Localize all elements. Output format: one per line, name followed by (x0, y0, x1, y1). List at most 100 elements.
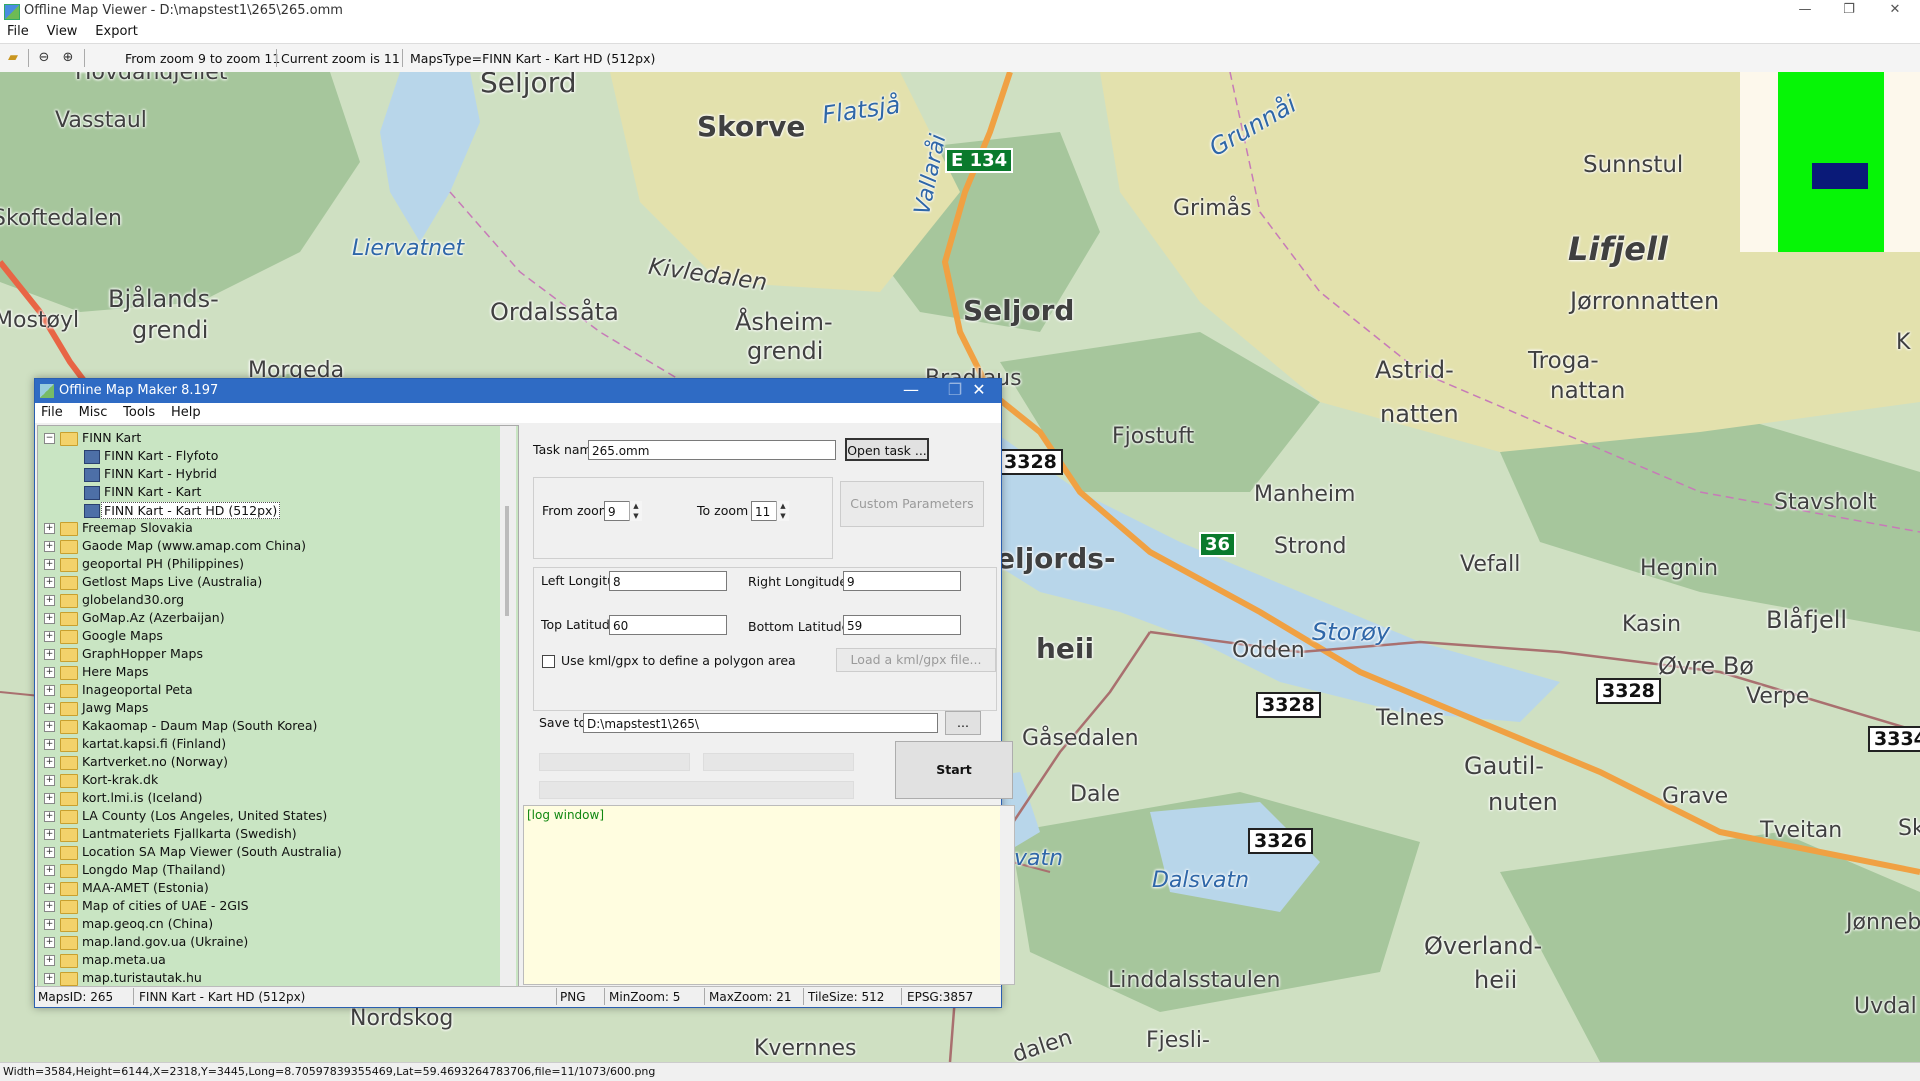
map-label: Strond (1274, 534, 1347, 559)
expand-toggle-icon[interactable]: + (44, 685, 55, 696)
tree-item-label: globeland30.org (82, 592, 185, 607)
expand-toggle-icon[interactable]: + (44, 667, 55, 678)
expand-toggle-icon[interactable]: + (44, 901, 55, 912)
tree-scrollbar[interactable] (500, 426, 516, 986)
expand-toggle-icon[interactable]: + (44, 811, 55, 822)
expand-toggle-icon[interactable]: + (44, 973, 55, 984)
folder-icon (60, 594, 78, 608)
top-latitude-input[interactable]: 60 (609, 615, 727, 635)
expand-toggle-icon[interactable]: + (44, 613, 55, 624)
minimize-button[interactable]: — (1782, 0, 1828, 22)
dialog-menu-misc[interactable]: Misc (73, 403, 114, 422)
save-to-input[interactable]: D:\mapstest1\265\ (583, 713, 938, 733)
task-name-input[interactable]: 265.omm (588, 440, 836, 460)
custom-parameters-button[interactable]: Custom Parameters (840, 481, 984, 527)
expand-toggle-icon[interactable]: + (44, 937, 55, 948)
status-mapsid: MapsID: 265 (38, 990, 114, 1004)
tree-item-label: map.geoq.cn (China) (82, 916, 214, 931)
map-label: Skoftedalen (0, 206, 122, 231)
expand-toggle-icon[interactable]: + (44, 577, 55, 588)
status-epsg: EPSG:3857 (907, 990, 974, 1004)
expand-toggle-icon[interactable]: + (44, 703, 55, 714)
road-shield: 3334 (1868, 726, 1920, 752)
dialog-menu-file[interactable]: File (35, 403, 69, 422)
map-label: Storøy (1312, 618, 1391, 646)
dialog-close-button[interactable]: ✕ (957, 379, 1001, 403)
use-kml-checkbox[interactable] (542, 655, 555, 668)
status-tilesize: TileSize: 512 (808, 990, 885, 1004)
dialog-minimize-button[interactable]: — (889, 379, 933, 403)
overview-viewport[interactable] (1812, 163, 1868, 189)
folder-icon (60, 774, 78, 788)
open-folder-icon[interactable]: ▰ (5, 50, 21, 66)
map-label: Manheim (1254, 482, 1356, 507)
progress-bar (539, 781, 854, 799)
expand-toggle-icon[interactable]: + (44, 541, 55, 552)
right-longitude-input[interactable]: 9 (843, 571, 961, 591)
expand-toggle-icon[interactable]: + (44, 919, 55, 930)
from-zoom-spinner[interactable]: ▲ ▼ (629, 501, 642, 521)
start-button[interactable]: Start (895, 741, 1013, 799)
maximize-button[interactable]: ❐ (1826, 0, 1872, 22)
expand-toggle-icon[interactable]: + (44, 883, 55, 894)
close-button[interactable]: ✕ (1872, 0, 1918, 22)
dialog-status-bar: MapsID: 265 FINN Kart - Kart HD (512px) … (35, 986, 1001, 1007)
tree-scroll-thumb[interactable] (505, 506, 509, 616)
map-label: Odden (1232, 638, 1305, 663)
menu-file[interactable]: File (0, 22, 36, 41)
expand-toggle-icon[interactable]: + (44, 559, 55, 570)
expand-toggle-icon[interactable]: − (44, 433, 55, 444)
open-task-button[interactable]: Open task ... (845, 438, 929, 461)
dialog-menu-tools[interactable]: Tools (117, 403, 161, 422)
map-label: Mostøyl (0, 308, 80, 333)
overview-minimap[interactable] (1740, 72, 1920, 252)
browse-button[interactable]: ... (945, 711, 981, 735)
offline-map-maker-dialog: Offline Map Maker 8.197 — ❐ ✕ File Misc … (34, 378, 1015, 1008)
expand-toggle-icon[interactable]: + (44, 793, 55, 804)
tree-item-label: LA County (Los Angeles, United States) (82, 808, 328, 823)
map-layer-icon (84, 468, 100, 482)
expand-toggle-icon[interactable]: + (44, 739, 55, 750)
expand-toggle-icon[interactable]: + (44, 955, 55, 966)
expand-toggle-icon[interactable]: + (44, 523, 55, 534)
map-label: Telnes (1376, 706, 1445, 731)
map-label: Åsheim- (735, 308, 833, 336)
bottom-latitude-input[interactable]: 59 (843, 615, 961, 635)
tree-item-label: Lantmateriets Fjallkarta (Swedish) (82, 826, 297, 841)
log-window[interactable]: [log window] (523, 805, 1015, 985)
to-zoom-label: To zoom (697, 503, 749, 518)
map-label: Seljord (963, 294, 1075, 327)
expand-toggle-icon[interactable]: + (44, 865, 55, 876)
tree-item-label: kort.lmi.is (Iceland) (82, 790, 203, 805)
map-source-tree[interactable]: − FINN Kart FINN Kart - Flyfoto FINN Kart -… (37, 425, 519, 987)
log-scrollbar[interactable] (1000, 806, 1014, 984)
expand-toggle-icon[interactable]: + (44, 595, 55, 606)
folder-icon (60, 612, 78, 626)
dialog-menu-help[interactable]: Help (165, 403, 207, 422)
status-separator (133, 988, 134, 1005)
map-layer-icon (84, 486, 100, 500)
expand-toggle-icon[interactable]: + (44, 631, 55, 642)
menu-export[interactable]: Export (88, 22, 145, 41)
map-label: Stavsholt (1774, 490, 1877, 515)
expand-toggle-icon[interactable]: + (44, 757, 55, 768)
expand-toggle-icon[interactable]: + (44, 847, 55, 858)
expand-toggle-icon[interactable]: + (44, 829, 55, 840)
menu-view[interactable]: View (40, 22, 85, 41)
expand-toggle-icon[interactable]: + (44, 775, 55, 786)
expand-toggle-icon[interactable]: + (44, 721, 55, 732)
load-kml-button[interactable]: Load a kml/gpx file... (836, 648, 996, 672)
left-longitude-input[interactable]: 8 (609, 571, 727, 591)
zoom-out-icon[interactable]: ⊖ (36, 50, 52, 66)
zoom-in-icon[interactable]: ⊕ (60, 50, 76, 66)
to-zoom-spinner[interactable]: ▲ ▼ (776, 501, 789, 521)
map-label: Jønnebe (1846, 910, 1920, 935)
map-layer-icon (84, 504, 100, 518)
map-label: Troga- (1528, 348, 1599, 374)
expand-toggle-icon[interactable]: + (44, 649, 55, 660)
zoom-range-text: From zoom 9 to zoom 11 (125, 51, 281, 66)
current-zoom-text: Current zoom is 11 (281, 51, 400, 66)
map-label: nattan (1550, 378, 1626, 404)
map-label: Gautil- (1464, 752, 1544, 780)
map-label: Sk (1898, 816, 1920, 841)
